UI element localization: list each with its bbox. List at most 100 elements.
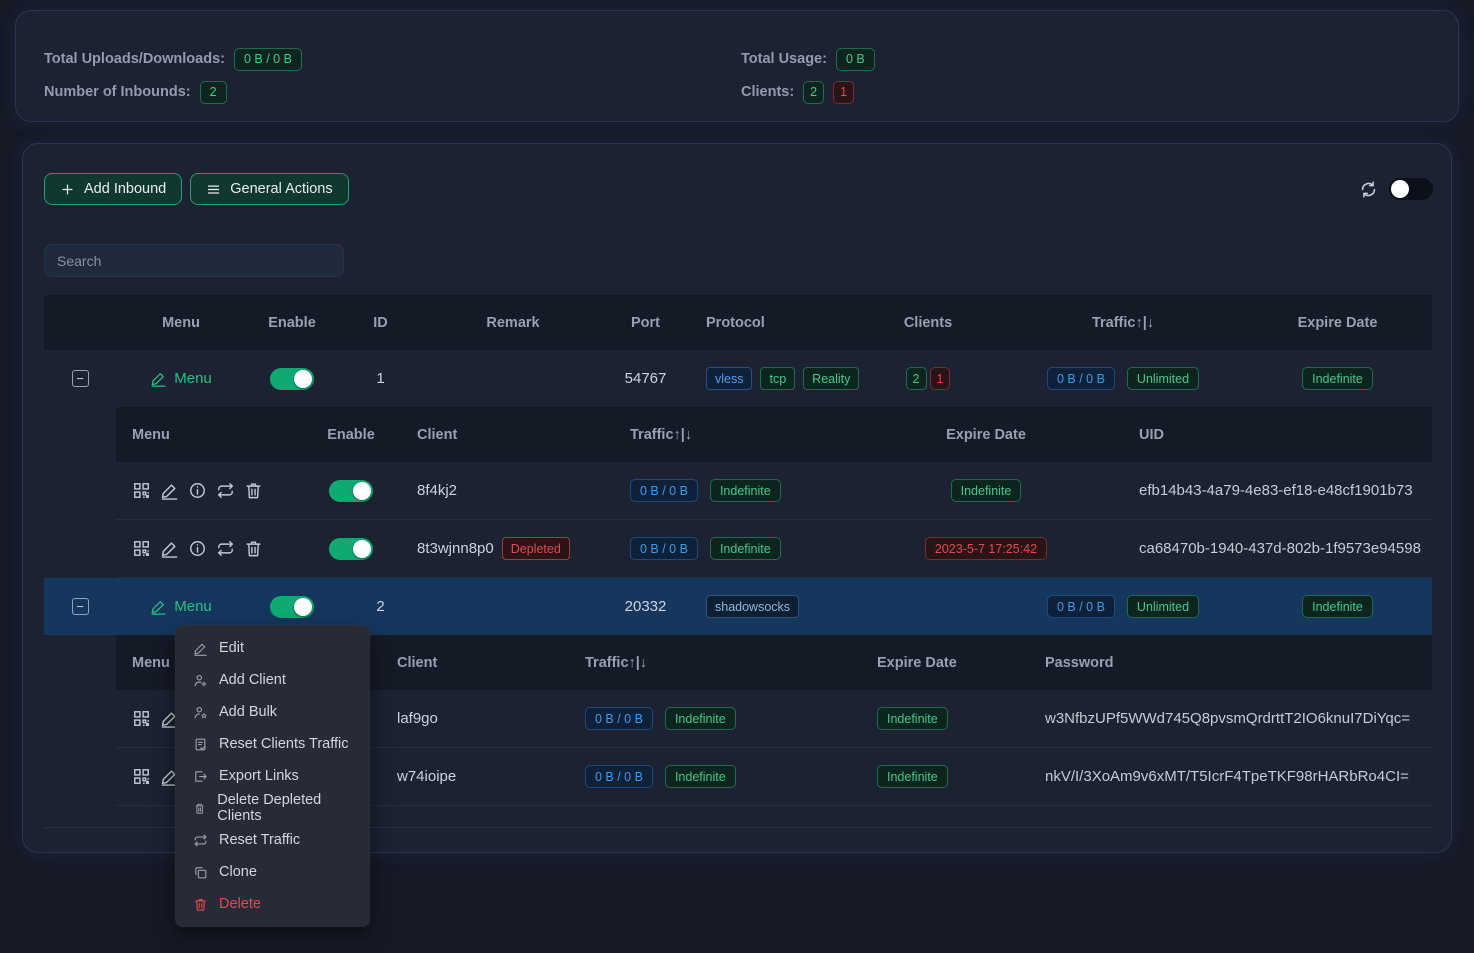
- col-header-protocol: Protocol: [688, 315, 853, 331]
- menu-item-add-bulk[interactable]: Add Bulk: [175, 696, 370, 728]
- collapse-row-button[interactable]: −: [72, 598, 89, 615]
- collapse-row-button[interactable]: −: [72, 370, 89, 387]
- toggle-knob: [1391, 180, 1409, 198]
- qr-code-icon[interactable]: [132, 539, 151, 558]
- col-header-traffic-sort[interactable]: Traffic↑|↓: [571, 655, 861, 671]
- col-header-expire-date: Expire Date: [1243, 315, 1432, 331]
- col-header-enable: Enable: [246, 315, 338, 331]
- stat-value-badge: 0 B: [836, 48, 875, 71]
- client-name: 8f4kj2: [401, 482, 616, 499]
- toolbar: Add Inbound General Actions: [44, 173, 1433, 205]
- delete-icon[interactable]: [244, 481, 263, 500]
- general-actions-label: General Actions: [230, 181, 332, 197]
- edit-icon: [193, 641, 208, 656]
- inbound-traffic: 0 B / 0 B Unlimited: [1003, 595, 1243, 618]
- inbound-enable-toggle[interactable]: [270, 596, 314, 618]
- client-traffic: 0 B / 0 B Indefinite: [616, 537, 871, 560]
- inbound-menu-button[interactable]: Menu: [150, 598, 212, 615]
- toggle-knob: [294, 598, 312, 616]
- stat-value-badge: 0 B / 0 B: [234, 48, 302, 71]
- menu-item-add-client[interactable]: Add Client: [175, 664, 370, 696]
- stat-label: Number of Inbounds:: [44, 84, 191, 100]
- menu-label: Menu: [174, 370, 212, 387]
- inbound-port: 20332: [603, 598, 688, 615]
- protocol-tag: shadowsocks: [706, 595, 799, 618]
- inbound-protocols: vless tcp Reality: [688, 367, 853, 390]
- col-header-port: Port: [603, 315, 688, 331]
- search-input[interactable]: [44, 244, 344, 277]
- toggle-knob: [294, 370, 312, 388]
- menu-item-export-links[interactable]: Export Links: [175, 760, 370, 792]
- stat-number-of-inbounds: Number of Inbounds: 2: [44, 80, 741, 104]
- file-reset-icon: [193, 737, 208, 752]
- inbound-port: 54767: [603, 370, 688, 387]
- toggle-knob: [353, 482, 371, 500]
- edit-icon: [150, 370, 167, 387]
- expire-badge: Indefinite: [1302, 367, 1373, 390]
- traffic-limit-badge: Indefinite: [665, 765, 736, 788]
- col-header-menu: Menu: [116, 315, 246, 331]
- col-header-uid: UID: [1101, 427, 1432, 443]
- qr-code-icon[interactable]: [132, 709, 151, 728]
- col-header-traffic-sort[interactable]: Traffic↑|↓: [1003, 315, 1243, 331]
- qr-code-icon[interactable]: [132, 767, 151, 786]
- stat-label: Total Usage:: [741, 51, 827, 67]
- client-name: w74ioipe: [381, 768, 571, 785]
- traffic-limit-badge: Unlimited: [1127, 595, 1199, 618]
- menu-item-reset-traffic[interactable]: Reset Traffic: [175, 824, 370, 856]
- repeat-icon: [193, 833, 208, 848]
- client-enable-toggle[interactable]: [329, 480, 373, 502]
- client-uid: ca68470b-1940-437d-802b-1f9573e94598: [1101, 540, 1432, 557]
- export-icon: [193, 769, 208, 784]
- inbound-context-menu: Edit Add Client Add Bulk Reset Clients T…: [175, 625, 370, 927]
- menu-item-clone[interactable]: Clone: [175, 856, 370, 888]
- clients-active-badge: 2: [906, 367, 927, 390]
- stat-label: Clients:: [741, 84, 794, 100]
- col-header-traffic-sort[interactable]: Traffic↑|↓: [616, 427, 871, 443]
- add-inbound-button[interactable]: Add Inbound: [44, 173, 182, 205]
- protocol-tag: Reality: [803, 367, 859, 390]
- edit-icon[interactable]: [160, 481, 179, 500]
- menu-item-delete-depleted-clients[interactable]: Delete Depleted Clients: [175, 792, 370, 824]
- traffic-limit-badge: Indefinite: [710, 479, 781, 502]
- traffic-badge: 0 B / 0 B: [1047, 595, 1115, 618]
- col-header-client: Client: [381, 655, 571, 671]
- col-header-expire-date: Expire Date: [871, 427, 1101, 443]
- auto-refresh-toggle[interactable]: [1389, 178, 1433, 200]
- qr-code-icon[interactable]: [132, 481, 151, 500]
- general-actions-button[interactable]: General Actions: [190, 173, 348, 205]
- col-header-enable: Enable: [301, 427, 401, 443]
- clients-depleted-badge: 1: [833, 81, 854, 104]
- menu-item-edit[interactable]: Edit: [175, 632, 370, 664]
- client-actions: [116, 539, 301, 558]
- col-header-id: ID: [338, 315, 423, 331]
- inbounds-page: Total Uploads/Downloads: 0 B / 0 B Numbe…: [0, 0, 1474, 953]
- client-row: 8f4kj2 0 B / 0 B Indefinite Indefinite e…: [116, 462, 1432, 520]
- client-password: w3NfbzUPf5WWd745Q8pvsmQrdrttT2IO6knuI7Di…: [1031, 710, 1432, 727]
- traffic-limit-badge: Unlimited: [1127, 367, 1199, 390]
- info-icon[interactable]: [188, 481, 207, 500]
- bin-icon: [193, 801, 206, 816]
- clients-active-badge: 2: [803, 81, 824, 104]
- reset-traffic-icon[interactable]: [216, 539, 235, 558]
- col-header-expire-date: Expire Date: [861, 655, 1031, 671]
- stat-total-usage: Total Usage: 0 B: [741, 47, 1458, 71]
- refresh-icon[interactable]: [1359, 180, 1378, 199]
- edit-icon[interactable]: [160, 539, 179, 558]
- clients-table-header: Menu Enable Client Traffic↑|↓ Expire Dat…: [116, 407, 1432, 462]
- traffic-limit-badge: Indefinite: [710, 537, 781, 560]
- delete-icon[interactable]: [244, 539, 263, 558]
- inbounds-table-header: Menu Enable ID Remark Port Protocol Clie…: [44, 295, 1432, 350]
- client-enable-toggle[interactable]: [329, 538, 373, 560]
- reset-traffic-icon[interactable]: [216, 481, 235, 500]
- stat-total-uploads-downloads: Total Uploads/Downloads: 0 B / 0 B: [44, 47, 741, 71]
- inbound-menu-button[interactable]: Menu: [150, 370, 212, 387]
- inbound-enable-toggle[interactable]: [270, 368, 314, 390]
- menu-item-reset-clients-traffic[interactable]: Reset Clients Traffic: [175, 728, 370, 760]
- info-icon[interactable]: [188, 539, 207, 558]
- add-inbound-label: Add Inbound: [84, 181, 166, 197]
- expire-badge: 2023-5-7 17:25:42: [925, 537, 1047, 560]
- inbound-id: 1: [338, 370, 423, 387]
- client-uid: efb14b43-4a79-4e83-ef18-e48cf1901b73: [1101, 482, 1432, 499]
- menu-item-delete[interactable]: Delete: [175, 888, 370, 920]
